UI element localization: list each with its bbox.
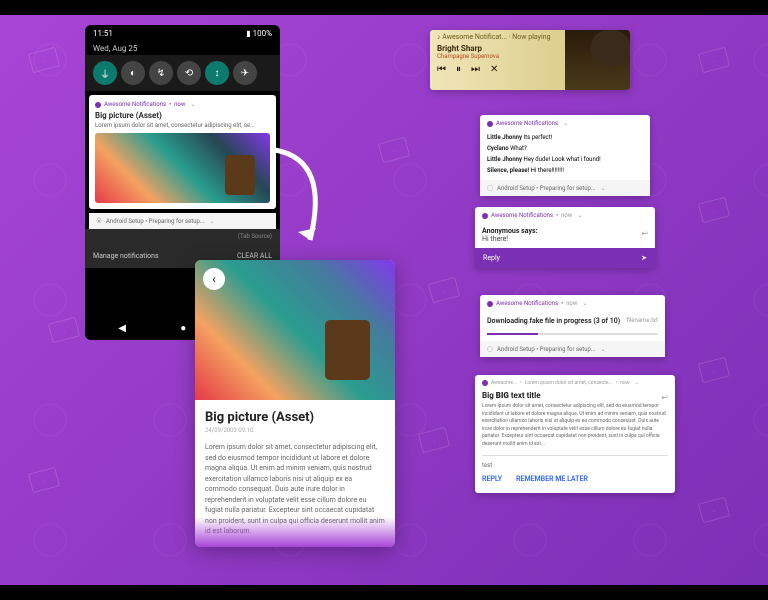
close-icon[interactable]: ✕: [490, 64, 498, 75]
notification-card[interactable]: Awesome Notifications • now⌄ Big picture…: [89, 95, 276, 209]
download-filename: filename.txt: [627, 317, 658, 325]
data-toggle[interactable]: ↕: [205, 61, 229, 85]
status-time: 11:51: [93, 29, 113, 38]
prev-track-icon[interactable]: ⏮: [437, 64, 446, 75]
chevron-down-icon[interactable]: ⌄: [563, 120, 568, 127]
notif-title: Big picture (Asset): [95, 111, 270, 120]
reply-arrow-icon[interactable]: ↩: [661, 393, 668, 402]
detail-title: Big picture (Asset): [205, 410, 385, 425]
gear-icon: [95, 217, 103, 225]
reply-sender: Anonymous says:: [475, 224, 655, 235]
bigtext-notification[interactable]: Awesome... • Lorem ipsum dolor sit amet,…: [475, 375, 675, 493]
app-dot-icon: [487, 301, 493, 307]
notif-body: Lorem ipsum dolor sit amet, consectetur …: [95, 122, 270, 129]
progress-notification[interactable]: Awesome Notifications • now⌄ Downloading…: [480, 295, 665, 357]
back-button[interactable]: ‹: [203, 268, 225, 290]
reply-notification[interactable]: Awesome Notifications • now⌄ Anonymous s…: [475, 207, 655, 268]
app-dot-icon: [487, 121, 493, 127]
album-art: [565, 30, 630, 90]
download-title: Downloading fake file in progress (3 of …: [487, 317, 620, 325]
rotate-toggle[interactable]: ⟲: [177, 61, 201, 85]
app-dot-icon: [482, 213, 488, 219]
messaging-notification[interactable]: Awesome Notifications⌄ Little Jhonny Its…: [480, 115, 650, 196]
dnd-toggle[interactable]: ◐: [121, 61, 145, 85]
next-track-icon[interactable]: ⏭: [471, 64, 480, 75]
chevron-down-icon[interactable]: ⌄: [577, 212, 582, 219]
pause-icon[interactable]: ⏸: [456, 64, 461, 75]
airplane-toggle[interactable]: ✈: [233, 61, 257, 85]
notif-big-picture: [95, 133, 270, 203]
reply-text: Hi there!: [475, 235, 655, 248]
chevron-down-icon[interactable]: ⌄: [190, 101, 195, 108]
media-notification[interactable]: ♪ Awesome Notificat... · Now playing Bri…: [430, 30, 630, 90]
nav-back-icon[interactable]: ◀: [118, 323, 126, 334]
gear-icon: [486, 345, 494, 353]
bigtext-title: Big BIG text title: [475, 391, 675, 400]
status-date: Wed, Aug 25: [85, 42, 280, 55]
detail-hero-image: ‹: [195, 260, 395, 400]
app-dot-icon: [482, 380, 488, 386]
reply-arrow-icon[interactable]: ↩: [641, 229, 648, 238]
detail-date: 24/09/2003 09:10: [205, 427, 385, 434]
progress-bar: [487, 333, 658, 335]
manage-notifications-link[interactable]: Manage notifications: [93, 252, 159, 260]
nav-home-icon[interactable]: ●: [180, 323, 186, 334]
send-icon[interactable]: ➤: [641, 254, 647, 262]
detail-screen: ‹ Big picture (Asset) 24/09/2003 09:10 L…: [195, 260, 395, 547]
android-setup-row[interactable]: Android Setup • Preparing for setup...⌄: [89, 213, 276, 229]
wifi-toggle[interactable]: ⏚: [93, 61, 117, 85]
remember-later-action[interactable]: REMEMBER ME LATER: [516, 475, 588, 483]
bigtext-summary: test: [475, 460, 675, 471]
bigtext-body: Lorem ipsum dolor sit amet, consectetur …: [475, 400, 675, 451]
chevron-down-icon[interactable]: ⌄: [635, 380, 639, 386]
app-dot-icon: [95, 102, 101, 108]
reply-action[interactable]: REPLY: [482, 475, 502, 483]
gear-icon: [486, 184, 494, 192]
status-battery: ▮ 100%: [246, 29, 272, 38]
clear-all-button[interactable]: CLEAR ALL: [237, 252, 272, 260]
reply-input[interactable]: Reply➤: [475, 248, 655, 268]
bluetooth-toggle[interactable]: ↯: [149, 61, 173, 85]
quick-settings-row: ⏚ ◐ ↯ ⟲ ↕ ✈: [85, 55, 280, 91]
